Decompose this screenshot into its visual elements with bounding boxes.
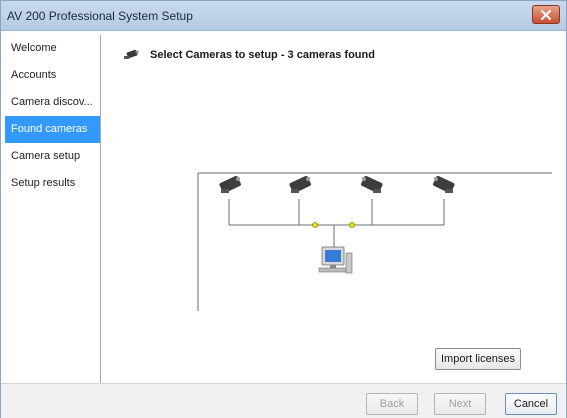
- camera-3-icon: [361, 175, 383, 194]
- back-button[interactable]: Back: [366, 393, 418, 415]
- main-pane: Select Cameras to setup - 3 cameras foun…: [102, 35, 562, 383]
- camera-2-icon: [289, 175, 311, 194]
- close-icon: [541, 9, 551, 20]
- sidebar-item-camera-setup[interactable]: Camera setup: [5, 143, 100, 170]
- computer-icon: [318, 246, 353, 274]
- camera-1-icon: [219, 175, 241, 194]
- camera-network-diagram: [197, 172, 552, 311]
- wizard-sidebar: Welcome Accounts Camera discov... Found …: [5, 35, 101, 383]
- sidebar-item-setup-results[interactable]: Setup results: [5, 170, 100, 197]
- page-heading: Select Cameras to setup - 3 cameras foun…: [124, 49, 375, 61]
- sidebar-item-found-cameras[interactable]: Found cameras: [5, 116, 100, 143]
- wizard-footer: Back Next Cancel: [1, 383, 566, 418]
- page-title: Select Cameras to setup - 3 cameras foun…: [150, 49, 375, 61]
- sidebar-item-accounts[interactable]: Accounts: [5, 62, 100, 89]
- camera-icon: [124, 49, 140, 61]
- close-button[interactable]: [532, 5, 560, 24]
- import-licenses-button[interactable]: Import licenses: [435, 348, 521, 370]
- title-bar: AV 200 Professional System Setup: [1, 1, 566, 31]
- camera-4-icon: [433, 175, 455, 194]
- next-button[interactable]: Next: [434, 393, 486, 415]
- sidebar-item-camera-discovery[interactable]: Camera discov...: [5, 89, 100, 116]
- setup-window: AV 200 Professional System Setup Welcome…: [0, 0, 567, 418]
- sidebar-item-welcome[interactable]: Welcome: [5, 35, 100, 62]
- window-title: AV 200 Professional System Setup: [7, 9, 193, 23]
- cancel-button[interactable]: Cancel: [505, 393, 557, 415]
